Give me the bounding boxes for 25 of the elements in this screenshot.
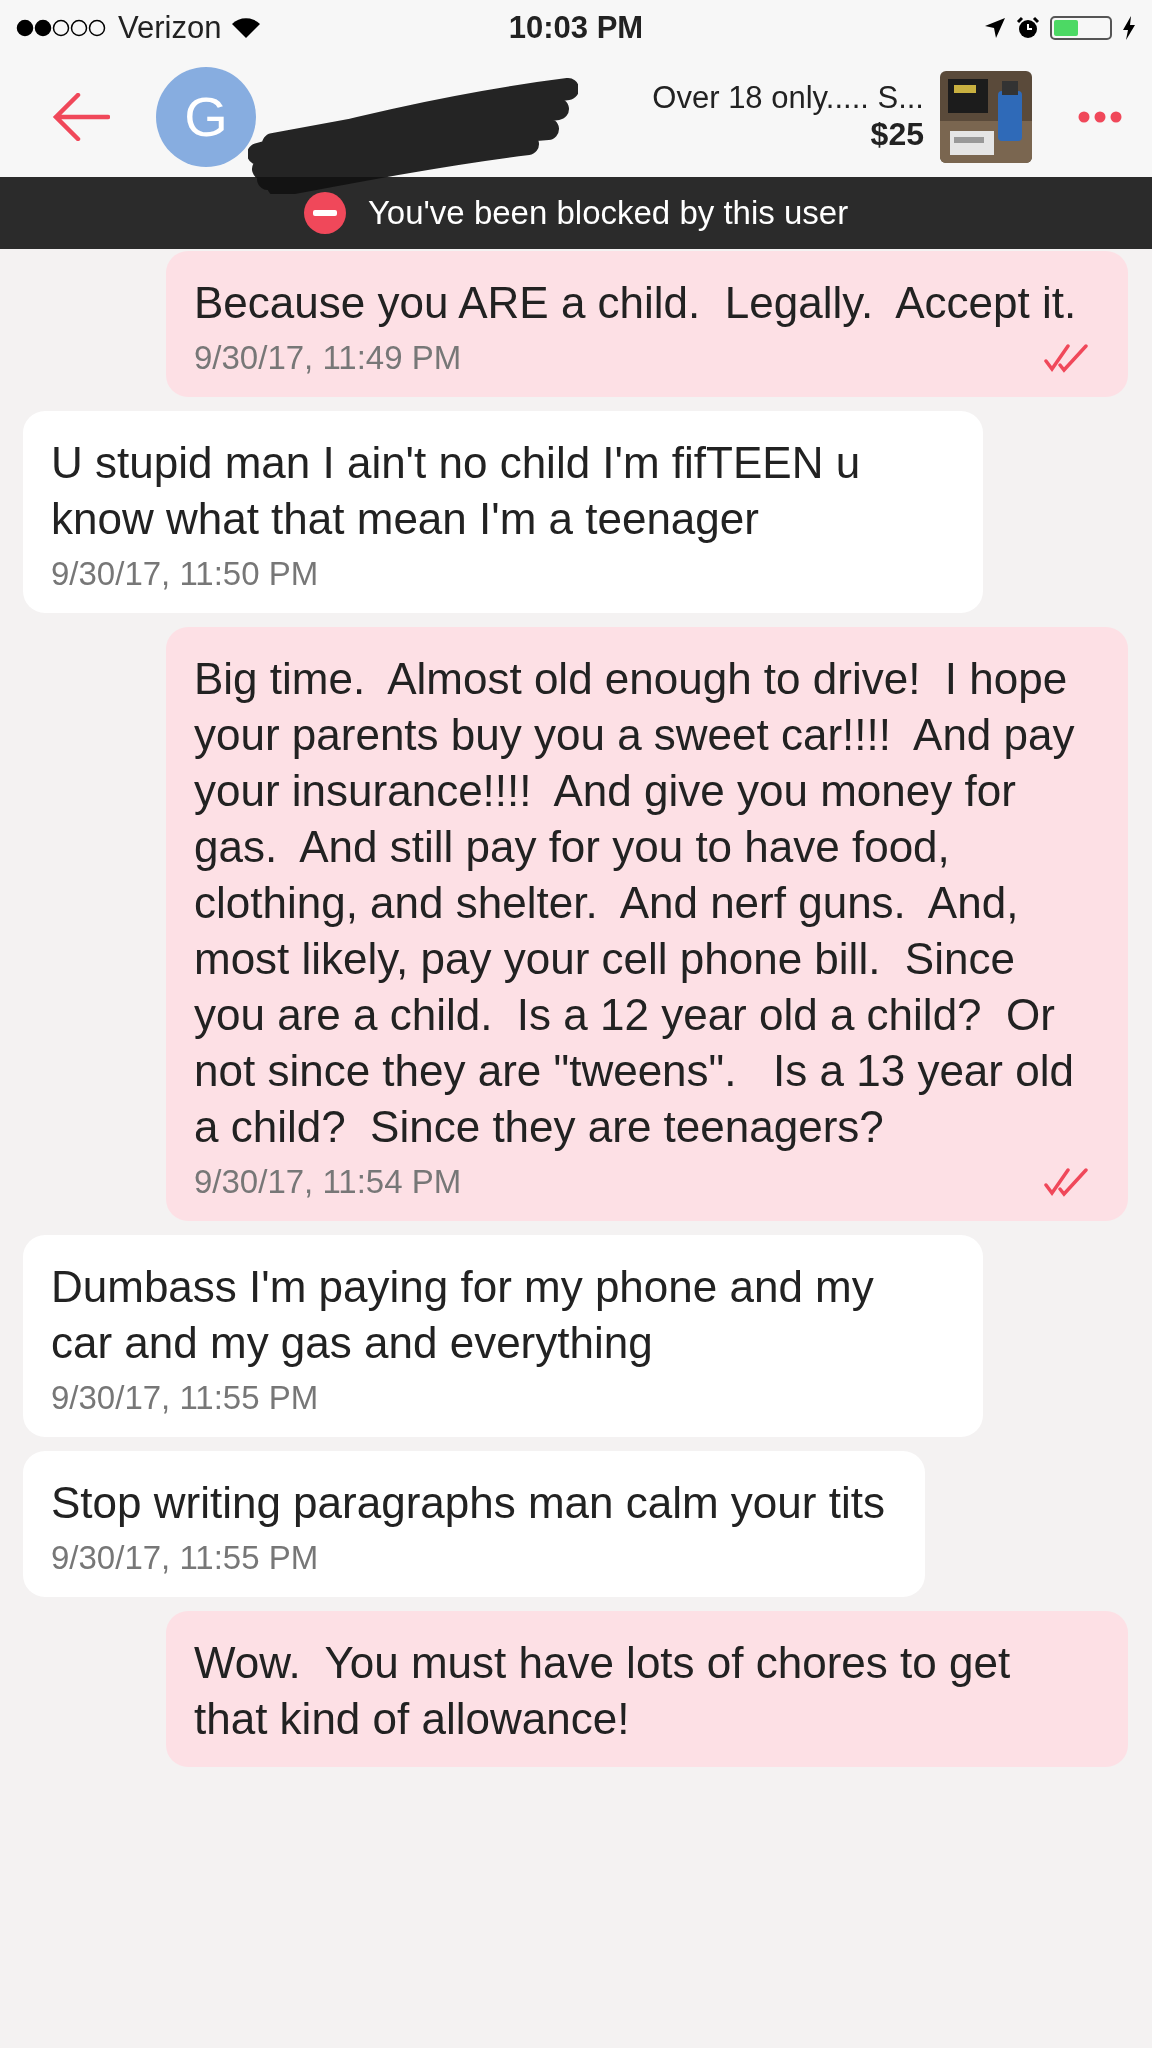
- message-text: Dumbass I'm paying for my phone and my car and my gas and everything: [51, 1261, 875, 1369]
- wifi-icon: [231, 17, 262, 39]
- battery-icon: [1050, 16, 1112, 40]
- listing-price: $25: [870, 116, 924, 153]
- message-timestamp: 9/30/17, 11:50 PM: [51, 555, 319, 593]
- clock-time: 10:03 PM: [508, 10, 644, 46]
- message-text: Stop writing paragraphs man calm your tits: [51, 1477, 885, 1529]
- carrier-name: Verizon: [118, 10, 222, 46]
- listing-title[interactable]: Over 18 only..... S...: [652, 80, 924, 116]
- message-timestamp: 9/30/17, 11:49 PM: [194, 339, 462, 377]
- message-text: U stupid man I ain't no child I'm fifTEEN u know what that mean I'm a teenager: [51, 437, 862, 545]
- alarm-icon: [1016, 16, 1040, 40]
- message-timestamp: 9/30/17, 11:55 PM: [51, 1379, 319, 1417]
- message-text: Wow. You must have lots of chores to get that kind of allowance!: [194, 1637, 1012, 1745]
- signal-icon: [16, 19, 108, 37]
- message-timestamp: 9/30/17, 11:54 PM: [194, 1163, 462, 1201]
- charging-icon: [1122, 16, 1136, 40]
- location-icon: [984, 17, 1006, 39]
- message-timestamp: 9/30/17, 11:55 PM: [51, 1539, 319, 1577]
- message-text: Because you ARE a child. Legally. Accept it.: [194, 277, 1078, 329]
- message-text: Big time. Almost old enough to drive! I hope your parents buy you a sweet car!!!! And pay your insurance!!!! And give you money for gas. And still pay for you to have food, clothing, and shelter. And nerf guns. And, most likely, pay your cell phone bill. Since you are a child. Is a 12 year old a child? Or not since they are "tweens". Is a 13 year old a child? Since they are teenagers?: [194, 653, 1076, 1153]
- blocked-icon: [303, 192, 346, 234]
- blocked-message: You've been blocked by this user: [367, 194, 849, 232]
- back-arrow-icon[interactable]: [52, 92, 110, 141]
- more-options-icon[interactable]: [1078, 110, 1122, 123]
